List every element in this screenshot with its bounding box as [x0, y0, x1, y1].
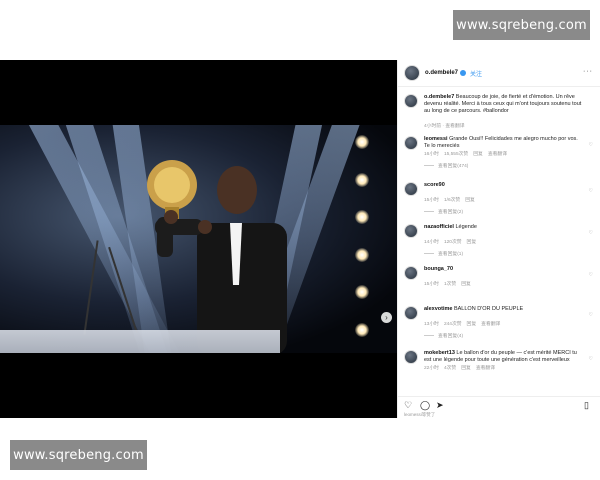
verified-icon — [460, 70, 467, 76]
heart-icon[interactable]: ♡ — [589, 356, 593, 362]
watermark-top: www.sqrebeng.com — [453, 10, 590, 40]
more-icon[interactable]: ··· — [583, 68, 593, 75]
likes-summary: leomessi等赞了 — [404, 412, 436, 417]
avatar[interactable] — [404, 94, 418, 108]
comment-likes[interactable]: 244次赞 — [444, 322, 462, 327]
chevron-right-icon[interactable]: › — [381, 312, 392, 323]
comment-time: 15小时 — [424, 282, 439, 287]
comment-time: 15小时 — [424, 198, 439, 203]
post-sidebar: o.dembele7 关注 ··· o.dembele7 Beaucoup de… — [397, 60, 600, 418]
heart-icon[interactable]: ♡ — [589, 272, 593, 278]
comment-username[interactable]: alexvotime — [424, 306, 452, 312]
comment-meta: 15小时 1/6次赞 回复 — [424, 196, 485, 203]
comment: leomessi Grande Ousi!! Felicidades me al… — [398, 136, 600, 176]
caption-username[interactable]: o.dembele7 — [424, 94, 454, 100]
post-photo: › — [0, 60, 397, 418]
comment-meta: 15小时 1次赞 回复 — [424, 280, 481, 287]
comment-time: 13小时 — [424, 322, 439, 327]
translate-link[interactable]: 查看翻译 — [481, 322, 500, 327]
avatar[interactable] — [404, 65, 420, 81]
award-stage-image — [0, 125, 397, 353]
reply-button[interactable]: 回复 — [467, 322, 477, 327]
translate-link[interactable]: 查看翻译 — [488, 152, 507, 157]
comment-text: Légende — [455, 224, 477, 230]
avatar[interactable] — [404, 306, 418, 320]
comment-time: 14小时 — [424, 240, 439, 245]
avatar[interactable] — [404, 136, 418, 150]
comment-text: Grande Ousi!! Felicidades me alegro much… — [424, 136, 578, 149]
heart-icon[interactable]: ♡ — [404, 400, 412, 411]
view-replies-link[interactable]: 查看回复(4) — [424, 332, 463, 339]
heart-icon[interactable]: ♡ — [589, 230, 593, 236]
follow-button[interactable]: 关注 — [470, 69, 482, 78]
share-icon[interactable]: ➤ — [436, 400, 444, 411]
comment-username[interactable]: bounga_70 — [424, 266, 453, 272]
avatar[interactable] — [404, 182, 418, 196]
watermark-bottom: www.sqrebeng.com — [10, 440, 147, 470]
comment-likes[interactable]: 1/6次赞 — [444, 198, 460, 203]
comment-likes[interactable]: 120次赞 — [444, 240, 462, 245]
comment-meta: 16小时 15,555次赞 回复 查看翻译 — [424, 150, 512, 157]
comment-meta: 22小时 4次赞 回复 查看翻译 — [424, 364, 500, 371]
avatar[interactable] — [404, 350, 418, 364]
heart-icon[interactable]: ♡ — [589, 142, 593, 148]
view-replies-link[interactable]: 查看回复(2) — [424, 208, 463, 215]
comment-text: BALLON D'OR DU PEUPLE — [453, 306, 524, 312]
caption-meta: 4小时前 · 查看翻译 — [424, 124, 465, 129]
post-header: o.dembele7 关注 ··· — [398, 60, 600, 87]
comment-username[interactable]: leomessi — [424, 136, 448, 142]
comment-username[interactable]: score90 — [424, 182, 445, 188]
post-username[interactable]: o.dembele7 — [425, 70, 458, 76]
comment: alexvotime BALLON D'OR DU PEUPLE 13小时 244次… — [398, 306, 600, 346]
view-replies-link[interactable]: 查看回复(1) — [424, 250, 463, 257]
heart-icon[interactable]: ♡ — [589, 188, 593, 194]
reply-button[interactable]: 回复 — [467, 240, 477, 245]
comment: mokebert13 Le ballon d'or du peuple — c'… — [398, 350, 600, 390]
translate-link[interactable]: 查看翻译 — [476, 366, 495, 371]
player-figure — [147, 160, 287, 353]
comment-icon[interactable]: ◯ — [420, 400, 430, 411]
comment: bounga_70 15小时 1次赞 回复 ♡ — [398, 266, 600, 306]
comment: score90 15小时 1/6次赞 回复 查看回复(2) ♡ — [398, 182, 600, 222]
bookmark-icon[interactable]: ▯ — [584, 400, 589, 411]
comment-time: 16小时 — [424, 152, 439, 157]
comment-meta: 13小时 244次赞 回复 查看翻译 — [424, 320, 505, 327]
reply-button[interactable]: 回复 — [461, 282, 471, 287]
reply-button[interactable]: 回复 — [473, 152, 483, 157]
podium — [0, 330, 280, 353]
comment: nazaofficiel Légende 14小时 120次赞 回复 查看回复(1) ♡ — [398, 224, 600, 264]
view-replies-link[interactable]: 查看回复(474) — [424, 162, 468, 169]
comment-username[interactable]: mokebert13 — [424, 350, 455, 356]
comment-meta: 14小时 120次赞 回复 — [424, 238, 486, 245]
caption: o.dembele7 Beaucoup de joie, de fierté e… — [398, 94, 600, 134]
avatar[interactable] — [404, 224, 418, 238]
avatar[interactable] — [404, 266, 418, 280]
reply-button[interactable]: 回复 — [465, 198, 475, 203]
comment-likes[interactable]: 4次赞 — [444, 366, 456, 371]
action-bar: ♡ ◯ ➤ ▯ — [398, 396, 600, 413]
comment-likes[interactable]: 1次赞 — [444, 282, 456, 287]
reply-button[interactable]: 回复 — [461, 366, 471, 371]
comment-time: 22小时 — [424, 366, 439, 371]
comment-likes[interactable]: 15,555次赞 — [444, 152, 468, 157]
heart-icon[interactable]: ♡ — [589, 312, 593, 318]
comment-username[interactable]: nazaofficiel — [424, 224, 454, 230]
